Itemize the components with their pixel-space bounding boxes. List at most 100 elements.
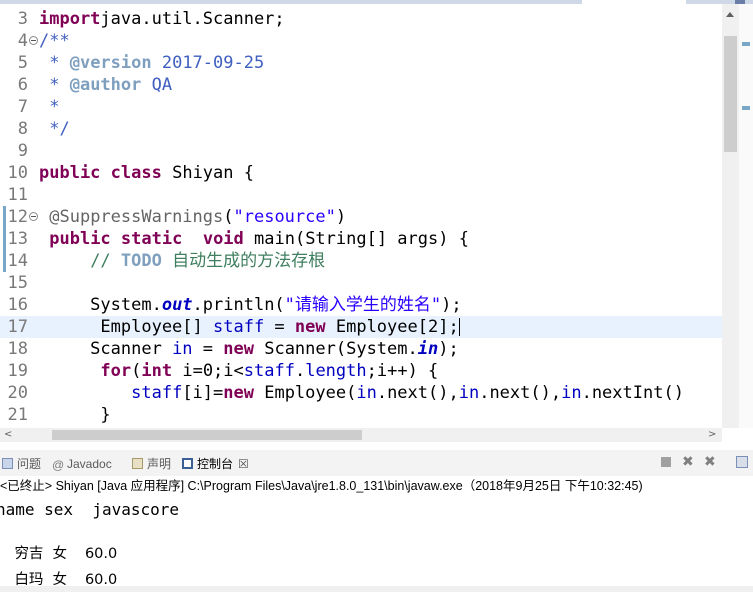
line-number: 16: [7, 295, 28, 315]
code-line[interactable]: 6 * @author QA: [0, 74, 722, 96]
problems-icon: [2, 458, 13, 469]
code-token: *: [39, 75, 70, 95]
tab-javadoc[interactable]: @ Javadoc: [52, 455, 112, 473]
code-text: */: [39, 118, 69, 140]
code-token: Shiyan {: [161, 163, 254, 183]
code-line[interactable]: 8 */: [0, 118, 722, 140]
code-token: Scanner(System.: [253, 339, 418, 359]
code-token: @author: [69, 75, 142, 95]
code-line[interactable]: 5 * @version 2017-09-25: [0, 52, 722, 74]
code-line[interactable]: 17 Employee[] staff = new Employee[2];: [0, 316, 722, 338]
code-text: *: [39, 96, 59, 118]
code-token: staff: [131, 383, 183, 403]
code-text: System.out.println("请输入学生的姓名");: [39, 294, 461, 316]
change-marker: [3, 250, 6, 272]
vertical-scroll-thumb[interactable]: [724, 36, 737, 152]
code-token: in: [561, 383, 582, 403]
fold-collapse-icon[interactable]: [29, 36, 38, 45]
code-token: length: [305, 361, 367, 381]
editor-vertical-scrollbar[interactable]: [722, 4, 739, 428]
line-number: 21: [7, 405, 28, 425]
code-line[interactable]: 3 importjava.util.Scanner;: [0, 8, 722, 30]
code-line[interactable]: 11: [0, 184, 722, 206]
code-token: *: [39, 53, 70, 73]
code-line[interactable]: 21 }: [0, 404, 722, 426]
remove-all-terminated-icon[interactable]: ✖: [704, 455, 716, 469]
code-token: staff: [213, 317, 265, 337]
code-line[interactable]: 9: [0, 140, 722, 162]
code-token: [i]=: [182, 383, 224, 403]
tab-label: Javadoc: [67, 457, 112, 471]
console-menu-icon[interactable]: [736, 456, 748, 468]
code-token: .next(),: [376, 383, 459, 403]
code-editor[interactable]: 3 importjava.util.Scanner; 4/** 5 * @versio…: [0, 4, 722, 428]
line-number: 6: [17, 75, 28, 95]
code-token: System.: [39, 295, 162, 315]
code-token: =: [264, 317, 295, 337]
change-marker: [3, 228, 6, 250]
scroll-left-arrow-icon[interactable]: <: [4, 430, 12, 440]
line-number: 8: [17, 119, 28, 139]
tab-declaration[interactable]: 声明: [132, 455, 171, 473]
fold-collapse-icon[interactable]: [29, 212, 38, 221]
code-line[interactable]: 19 for(int i=0;i<staff.length;i++) {: [0, 360, 722, 382]
code-line[interactable]: 12 @SuppressWarnings("resource"): [0, 206, 722, 228]
code-token: void: [202, 229, 244, 249]
code-text: * @version 2017-09-25: [39, 52, 264, 74]
console-status-line: <已终止> Shiyan [Java 应用程序] C:\Program File…: [0, 478, 753, 496]
overview-marker[interactable]: [742, 42, 750, 46]
code-token: .println(: [192, 295, 285, 315]
code-token: Employee(: [253, 383, 357, 403]
code-token: .nextInt(): [581, 383, 684, 403]
code-text: @SuppressWarnings("resource"): [39, 206, 346, 228]
code-token: for: [100, 361, 132, 381]
code-token: Scanner: [39, 339, 173, 359]
code-token: new: [223, 383, 254, 403]
line-number: 19: [7, 361, 28, 381]
code-line[interactable]: 13 public static void main(String[] args…: [0, 228, 722, 250]
code-line[interactable]: 16 System.out.println("请输入学生的姓名");: [0, 294, 722, 316]
code-token: java.util.Scanner;: [100, 9, 285, 29]
code-token: import: [39, 9, 101, 29]
code-token: i=0;i<: [172, 361, 244, 381]
horizontal-scroll-thumb[interactable]: [52, 430, 362, 440]
code-line[interactable]: 20 staff[i]=new Employee(in.next(),in.ne…: [0, 382, 722, 404]
bottom-edge: [0, 586, 753, 592]
code-text: importjava.util.Scanner;: [39, 8, 285, 30]
overview-marker[interactable]: [742, 106, 750, 110]
remove-launch-icon[interactable]: ✖: [682, 455, 694, 469]
code-text: for(int i=0;i<staff.length;i++) {: [39, 360, 438, 382]
code-token: in: [172, 339, 193, 359]
code-token: public: [49, 229, 111, 249]
change-marker: [3, 206, 6, 228]
code-token: (: [131, 361, 142, 381]
code-token: TODO: [120, 251, 162, 271]
code-token: .next(),: [479, 383, 562, 403]
code-token: in: [458, 383, 480, 403]
code-token: new: [294, 317, 326, 337]
code-token: .: [294, 361, 306, 381]
editor-horizontal-scrollbar[interactable]: < >: [0, 428, 722, 442]
overview-ruler[interactable]: [739, 4, 753, 428]
code-token: (: [223, 207, 234, 227]
code-line[interactable]: 18 Scanner in = new Scanner(System.in);: [0, 338, 722, 360]
tab-console[interactable]: 控制台 ☒: [182, 455, 249, 473]
code-line[interactable]: 15: [0, 272, 722, 294]
code-text: public class Shiyan {: [39, 162, 254, 184]
close-tab-icon[interactable]: ☒: [238, 457, 249, 471]
code-line[interactable]: 10 public class Shiyan {: [0, 162, 722, 184]
code-token: 2017-09-25: [151, 53, 265, 73]
code-line[interactable]: 4 /**: [0, 30, 722, 52]
scroll-up-arrow-icon[interactable]: [726, 12, 734, 17]
terminate-icon[interactable]: [661, 457, 671, 467]
code-token: class: [110, 163, 162, 183]
tab-problems[interactable]: 问题: [2, 455, 41, 473]
scroll-right-arrow-icon[interactable]: >: [708, 430, 716, 440]
code-line[interactable]: 7 *: [0, 96, 722, 118]
code-line[interactable]: 14 // TODO 自动生成的方法存根: [0, 250, 722, 272]
console-output[interactable]: name sex javascore 穷吉女 60.0 白玛女 60.0: [0, 496, 753, 592]
